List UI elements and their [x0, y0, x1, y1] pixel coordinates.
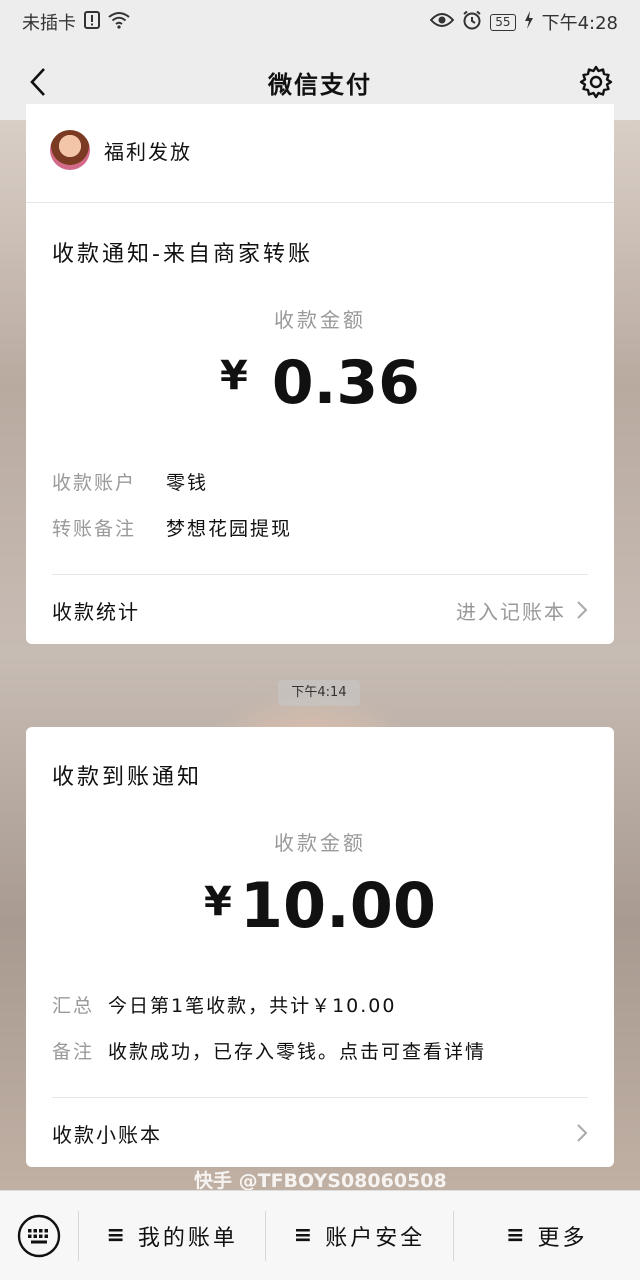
settings-button[interactable]: [576, 62, 616, 102]
menu-label: 账户安全: [325, 1225, 426, 1251]
footer-chevron[interactable]: [576, 1123, 588, 1143]
amount-label: 收款金额: [274, 831, 366, 855]
carrier-text: 未插卡: [22, 13, 76, 34]
card-footer[interactable]: 收款统计 进入记账本: [52, 575, 588, 645]
footer-left-label: 收款小账本: [52, 1122, 162, 1147]
row-value: 梦想花园提现: [166, 518, 293, 540]
alarm-icon: [462, 10, 482, 35]
menu-label: 更多: [537, 1225, 588, 1251]
back-button[interactable]: [18, 62, 58, 102]
gear-icon: [579, 65, 613, 99]
amount-value: ¥0.36: [26, 348, 614, 418]
card-footer[interactable]: 收款小账本: [52, 1098, 588, 1168]
message-timestamp: 下午4:14: [278, 680, 360, 706]
amount-value: ¥10.00: [26, 869, 614, 942]
keyboard-icon: [17, 1214, 61, 1257]
sender-info: 福利发放: [50, 130, 192, 170]
ledger-link-label: 进入记账本: [456, 599, 566, 624]
sim-alert-icon: [84, 10, 100, 34]
sender-name: 福利发放: [104, 139, 192, 164]
ledger-link[interactable]: 进入记账本: [456, 596, 588, 625]
detail-row-account: 收款账户 零钱: [52, 468, 208, 495]
menu-account-security[interactable]: ≡ 账户安全: [266, 1191, 452, 1280]
battery-indicator: 55: [490, 13, 516, 31]
menu-label: 我的账单: [137, 1225, 238, 1251]
menu-icon: ≡: [506, 1223, 528, 1248]
chevron-right-icon: [577, 1124, 588, 1142]
page-title: 微信支付: [268, 70, 372, 99]
menu-my-bills[interactable]: ≡ 我的账单: [79, 1191, 265, 1280]
eye-icon: [429, 12, 455, 33]
chevron-left-icon: [30, 68, 45, 96]
amount-number: 10.00: [239, 869, 436, 942]
clock-time: 下午4:28: [541, 13, 618, 34]
bottom-menu-bar: ≡ 我的账单 ≡ 账户安全 ≡ 更多: [0, 1190, 640, 1280]
menu-more[interactable]: ≡ 更多: [454, 1191, 640, 1280]
video-watermark: 快手 @TFBOYS08060508: [194, 1170, 447, 1192]
row-key: 转账备注: [52, 518, 137, 540]
detail-row-remark: 备注 收款成功，已存入零钱。点击可查看详情: [52, 1037, 486, 1064]
row-key: 备注: [52, 1041, 95, 1063]
chevron-right-icon: [577, 601, 588, 619]
row-value: 收款成功，已存入零钱。点击可查看详情: [108, 1041, 487, 1063]
row-value: 零钱: [166, 472, 209, 494]
detail-row-remark: 转账备注 梦想花园提现: [52, 514, 292, 541]
avatar: [50, 130, 90, 170]
currency-symbol: ¥: [204, 879, 232, 925]
status-bar: 未插卡 55 下午4:28: [0, 0, 640, 44]
amount-label: 收款金额: [274, 308, 366, 332]
divider: [26, 202, 614, 203]
charging-icon: [524, 10, 534, 34]
amount-number: 0.36: [271, 348, 420, 418]
row-key: 汇总: [52, 995, 95, 1017]
footer-left-label: 收款统计: [52, 599, 140, 624]
row-value: 今日第1笔收款，共计￥10.00: [108, 995, 397, 1017]
notification-title: 收款通知-来自商家转账: [52, 242, 313, 267]
detail-row-summary: 汇总 今日第1笔收款，共计￥10.00: [52, 991, 396, 1018]
row-key: 收款账户: [52, 472, 137, 494]
notification-title: 收款到账通知: [52, 765, 203, 790]
currency-symbol: ¥: [220, 353, 248, 399]
menu-icon: ≡: [106, 1223, 128, 1248]
keyboard-toggle-button[interactable]: [0, 1191, 78, 1280]
menu-icon: ≡: [293, 1223, 316, 1248]
payment-notification-card-2[interactable]: 收款到账通知 收款金额 ¥10.00 汇总 今日第1笔收款，共计￥10.00 备…: [26, 727, 614, 1167]
payment-notification-card-1[interactable]: 福利发放 收款通知-来自商家转账 收款金额 ¥0.36 收款账户 零钱 转账备注…: [26, 104, 614, 644]
wifi-icon: [108, 11, 130, 34]
